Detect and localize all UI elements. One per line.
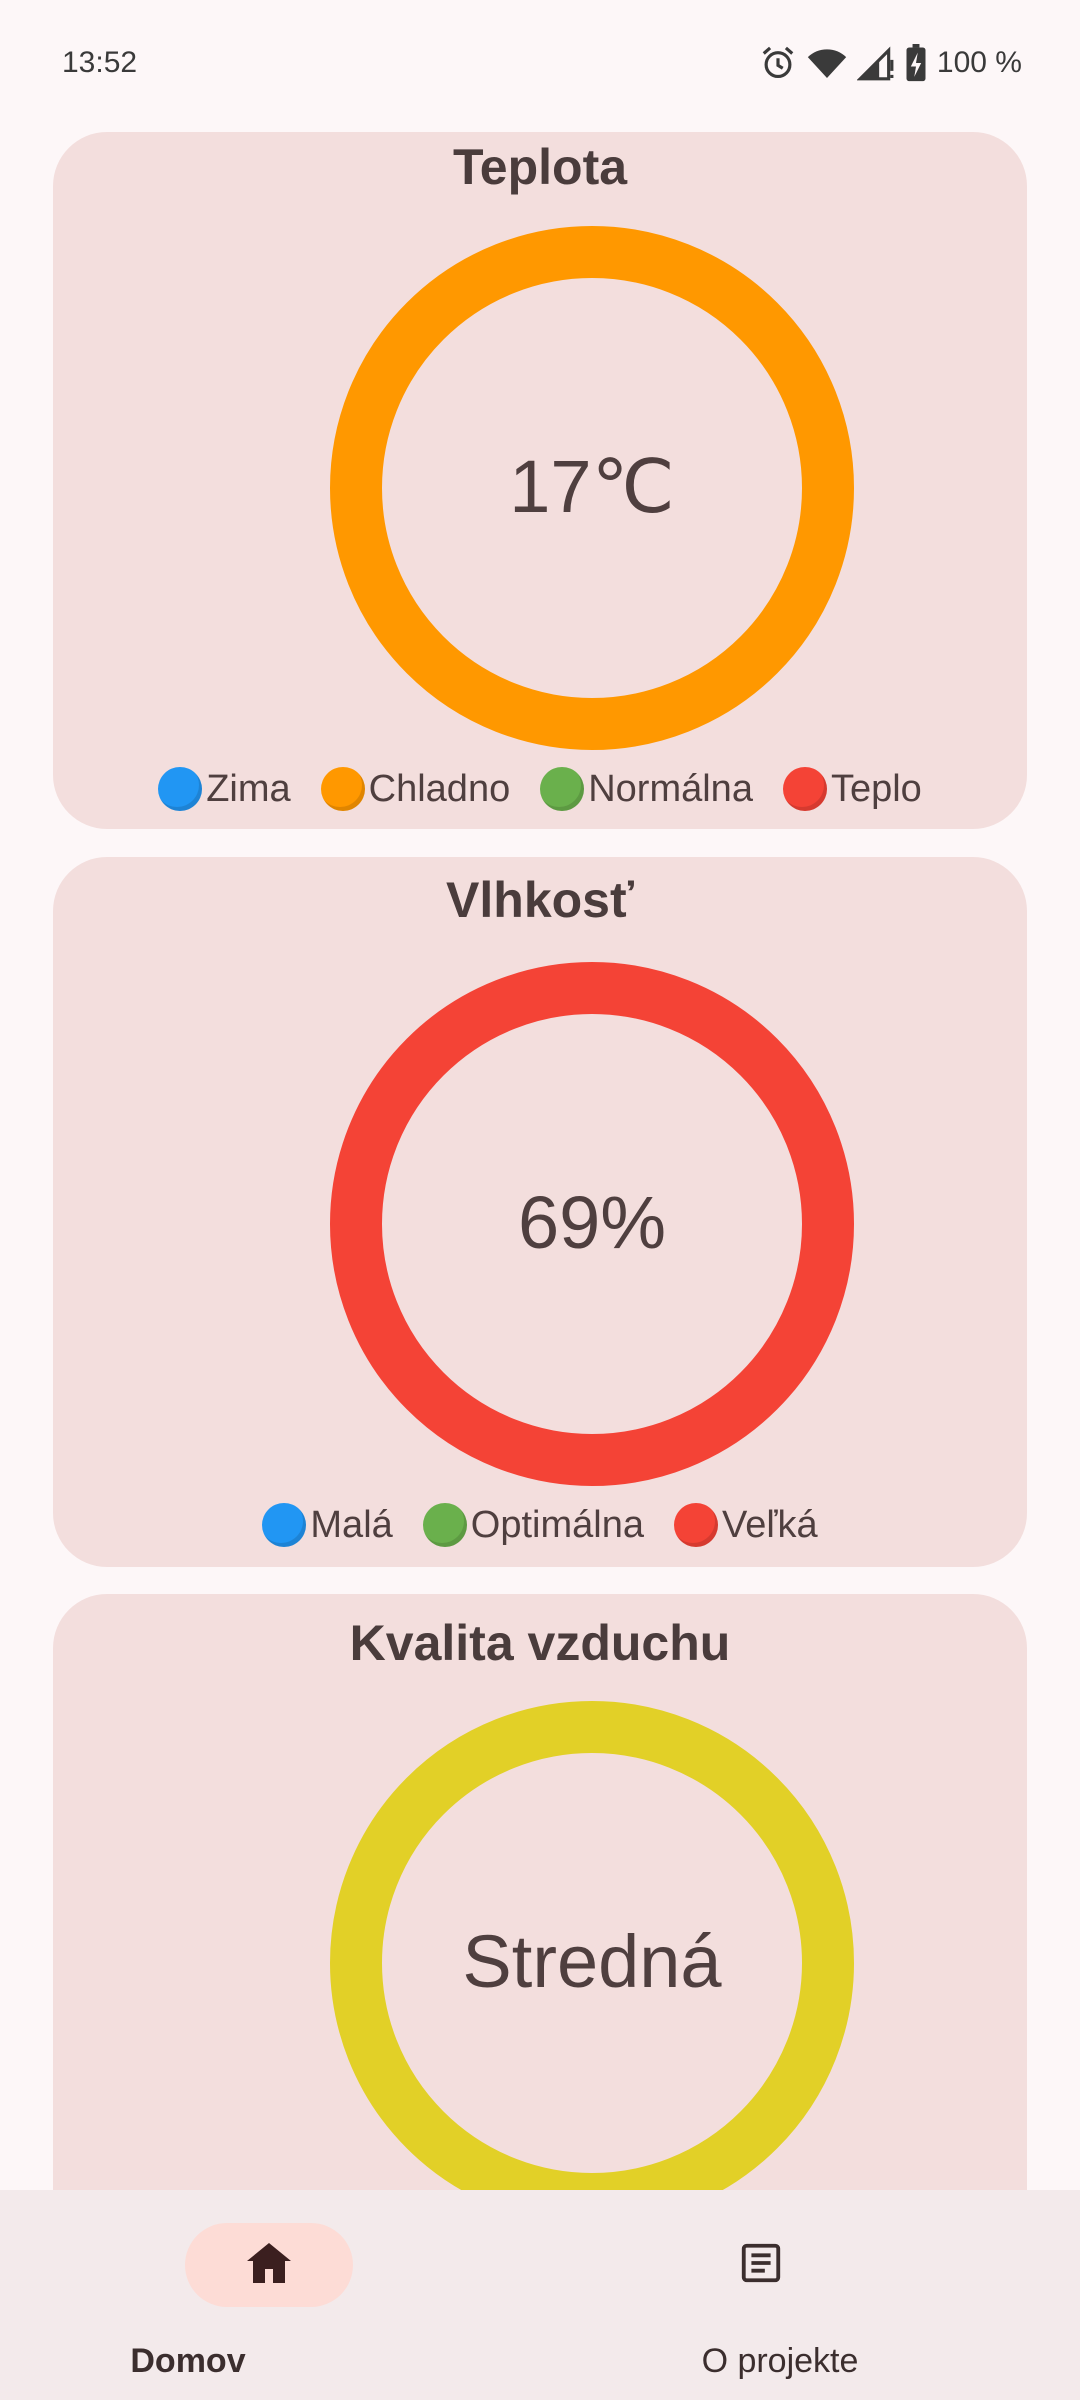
battery-charging-icon [905,43,927,82]
nav-label-home: Domov [130,2342,246,2380]
nav-label-about: O projekte [701,2342,859,2380]
home-icon [245,2241,293,2290]
nav-inactive-indicator [677,2223,845,2307]
humidity-value: 69% [517,1181,667,1264]
legend-item: Optimálna [422,1503,644,1547]
bottom-navigation: Domov O projekte [0,2190,1080,2400]
temperature-gauge-ring: 17℃ [330,226,854,750]
legend-item: Veľká [673,1503,818,1547]
wifi-icon [807,45,847,81]
legend-label: Veľká [721,1503,818,1546]
legend-label: Teplo [830,767,922,810]
legend-label: Normálna [588,767,753,810]
temperature-legend: Zima Chladno Normálna Teplo [53,767,1027,821]
air-quality-card: Kvalita vzduchu Stredná [53,1594,1027,2294]
temperature-card: Teplota 17℃ Zima Chladno Normálna Teplo [53,132,1027,829]
legend-label: Malá [310,1503,393,1546]
air-quality-value: Stredná [462,1920,722,2003]
legend-dot-icon [673,1503,718,1547]
legend-item: Teplo [782,767,922,811]
legend-item: Malá [262,1503,393,1547]
legend-item: Zima [158,767,291,811]
legend-dot-icon [782,767,827,811]
humidity-title: Vlhkosť [446,872,634,928]
nav-item-home[interactable]: Domov [50,2190,590,2400]
alarm-icon [759,44,797,82]
legend-label: Zima [206,767,291,810]
nav-item-about[interactable]: O projekte [540,2190,1080,2400]
legend-dot-icon [320,767,365,811]
temperature-value: 17℃ [509,445,675,528]
legend-dot-icon [540,767,585,811]
status-time: 13:52 [62,45,138,79]
legend-label: Chladno [368,767,511,810]
article-icon [738,2240,784,2291]
humidity-card: Vlhkosť 69% Malá Optimálna Veľká [53,857,1027,1567]
battery-percent: 100 % [936,45,1022,79]
legend-dot-icon [262,1503,307,1547]
legend-dot-icon [158,767,203,811]
status-icons: 100 % [759,43,1022,82]
status-bar: 13:52 100 % [0,0,1080,125]
legend-item: Normálna [540,767,753,811]
air-quality-gauge-ring: Stredná [330,1701,854,2225]
nav-active-indicator [185,2223,353,2307]
humidity-gauge-ring: 69% [330,962,854,1486]
legend-label: Optimálna [470,1503,644,1546]
temperature-title: Teplota [452,139,628,195]
legend-dot-icon [422,1503,467,1547]
air-quality-title: Kvalita vzduchu [349,1615,731,1671]
humidity-legend: Malá Optimálna Veľká [53,1503,1027,1557]
signal-icon [856,45,895,81]
legend-item: Chladno [320,767,511,811]
